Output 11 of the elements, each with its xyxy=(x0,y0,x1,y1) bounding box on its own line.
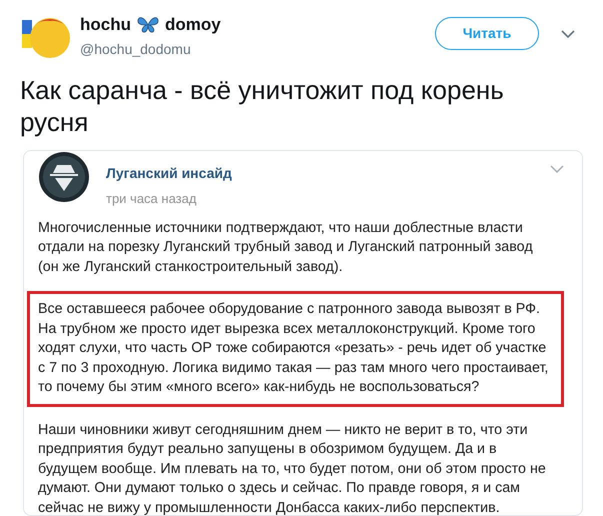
post-paragraph: Многочисленные источники подтверждают, что наши доблестные власти отдали на порезку Луганский трубный завод и Луганский патронный завод (он же Луганский станкостроительный завод). xyxy=(38,218,534,276)
user-handle[interactable]: @hochu_dodomu xyxy=(80,39,221,60)
display-name[interactable]: domoy xyxy=(165,14,221,36)
chevron-down-icon[interactable] xyxy=(561,30,575,38)
highlighted-paragraph: Все оставшееся рабочее оборудование с патронного завода вывозят в РФ. На трубном же просто идет вырезка всех металлоконструкций. Кроме того ходят слухи, что часть ОР тоже собираются «резать» - речь идет об участке с 7 по 3 проходную. Логика видимо такая — раз там много чего простаивает, то почему бы этим «много всего» как-нибудь не воспользоваться? xyxy=(27,291,564,406)
channel-name[interactable]: Луганский инсайд xyxy=(106,163,232,184)
tweet-text: Как саранча - всё уничтожит под корень русня xyxy=(20,74,505,138)
post-paragraph: Наши чиновники живут сегодняшним днем — никто не верит в то, что эти предприятия будут реально запущены в обозримом будущем. Да и в будущем вообще. Им плевать на то, что будет потом, они об этом просто не думают. Они думают только о здесь и сейчас. По правде говоря, я и сам сейчас не вижу у промышленности Донбасса каких-либо перспектив. xyxy=(38,420,547,516)
butterfly-icon xyxy=(137,16,159,34)
display-name[interactable]: hochu xyxy=(80,14,131,36)
post-time: три часа назад xyxy=(106,190,198,208)
